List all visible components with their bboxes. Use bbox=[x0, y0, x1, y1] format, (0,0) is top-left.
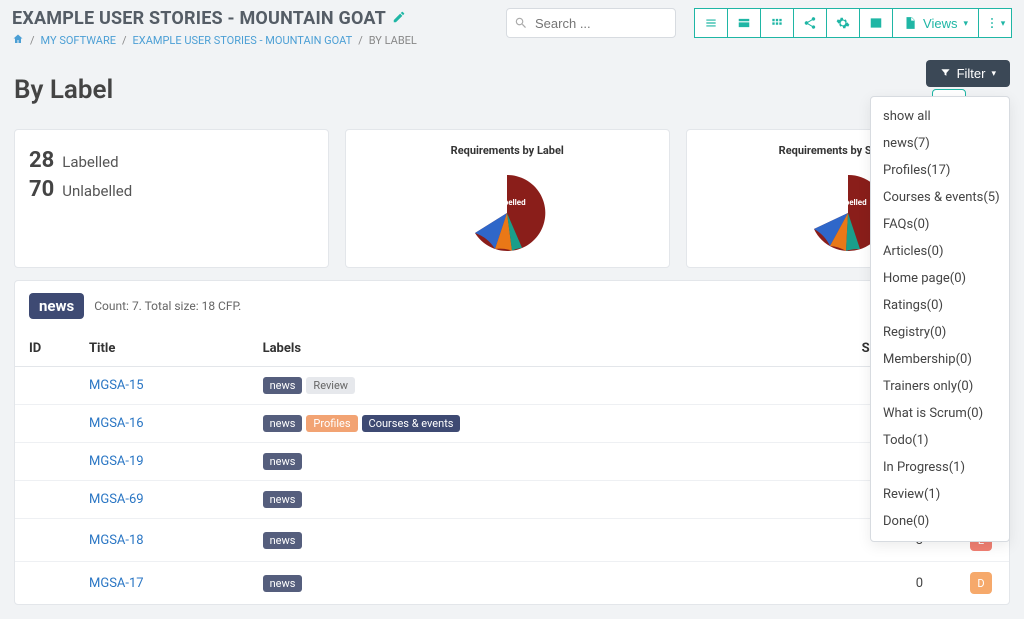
toolbar-grid-icon[interactable] bbox=[760, 8, 794, 38]
row-title-link[interactable]: MGSA-15 bbox=[89, 378, 144, 393]
table-row[interactable]: MGSA-69news0 bbox=[15, 481, 1009, 519]
table-row[interactable]: MGSA-15newsReview3 bbox=[15, 367, 1009, 405]
unlabelled-count: 70 bbox=[29, 177, 54, 202]
filter-option[interactable]: Articles(0) bbox=[871, 238, 1009, 265]
cell-title: MGSA-16 bbox=[75, 405, 249, 443]
page-title-text: EXAMPLE USER STORIES - MOUNTAIN GOAT bbox=[12, 8, 386, 29]
group-meta: Count: 7. Total size: 18 CFP. bbox=[94, 299, 241, 313]
breadcrumb-home[interactable] bbox=[12, 33, 24, 48]
cell-id bbox=[15, 481, 75, 519]
page-title: EXAMPLE USER STORIES - MOUNTAIN GOAT bbox=[12, 8, 417, 29]
chart-by-label: Requirements by Label unlabelled bbox=[345, 129, 670, 268]
cell-title: MGSA-17 bbox=[75, 562, 249, 605]
cell-status: D bbox=[953, 562, 1009, 605]
label-pill[interactable]: Review bbox=[306, 377, 355, 394]
cell-id bbox=[15, 367, 75, 405]
label-pill[interactable]: news bbox=[263, 532, 303, 549]
label-pill[interactable]: news bbox=[263, 377, 303, 394]
labelled-count: 28 bbox=[29, 148, 54, 173]
labelled-text: Labelled bbox=[62, 153, 118, 171]
filter-option[interactable]: In Progress(1) bbox=[871, 454, 1009, 481]
pie-slice-label: unlabelled bbox=[829, 198, 867, 207]
filter-option[interactable]: Todo(1) bbox=[871, 427, 1009, 454]
label-pill[interactable]: Courses & events bbox=[362, 415, 461, 432]
cell-labels: news bbox=[249, 519, 732, 562]
filter-option[interactable]: Home page(0) bbox=[871, 265, 1009, 292]
cell-title: MGSA-15 bbox=[75, 367, 249, 405]
chevron-down-icon: ▾ bbox=[963, 18, 968, 29]
filter-dropdown: show allnews(7)Profiles(17)Courses & eve… bbox=[870, 96, 1010, 542]
breadcrumb-current: BY LABEL bbox=[369, 34, 417, 47]
col-labels[interactable]: Labels bbox=[249, 331, 732, 367]
cell-labels: news bbox=[249, 481, 732, 519]
cell-id bbox=[15, 562, 75, 605]
cell-title: MGSA-69 bbox=[75, 481, 249, 519]
pie-slice-label: unlabelled bbox=[489, 198, 527, 207]
label-pill[interactable]: news bbox=[263, 575, 303, 592]
cell-title: MGSA-18 bbox=[75, 519, 249, 562]
filter-option[interactable]: Trainers only(0) bbox=[871, 373, 1009, 400]
group-card: news Count: 7. Total size: 18 CFP. ID Ti… bbox=[14, 280, 1010, 605]
filter-icon bbox=[940, 66, 951, 81]
toolbar-more-icon[interactable]: ▾ bbox=[978, 8, 1012, 38]
table-row[interactable]: MGSA-16newsProfilesCourses & events6 bbox=[15, 405, 1009, 443]
edit-title-icon[interactable] bbox=[392, 8, 406, 29]
status-badge[interactable]: D bbox=[970, 572, 992, 594]
views-label: Views bbox=[923, 16, 957, 31]
filter-option[interactable]: What is Scrum(0) bbox=[871, 400, 1009, 427]
views-dropdown[interactable]: Views ▾ bbox=[892, 8, 979, 38]
label-pill[interactable]: news bbox=[263, 453, 303, 470]
row-title-link[interactable]: MGSA-17 bbox=[89, 576, 144, 591]
row-title-link[interactable]: MGSA-16 bbox=[89, 416, 144, 431]
filter-option[interactable]: FAQs(0) bbox=[871, 211, 1009, 238]
cell-size: 0 bbox=[732, 562, 953, 605]
filter-option[interactable]: Done(0) bbox=[871, 508, 1009, 535]
toolbar-list-icon[interactable] bbox=[694, 8, 728, 38]
filter-option[interactable]: news(7) bbox=[871, 130, 1009, 157]
col-title[interactable]: Title bbox=[75, 331, 249, 367]
label-pill[interactable]: news bbox=[263, 415, 303, 432]
summary-card: 28 Labelled 70 Unlabelled bbox=[14, 129, 329, 268]
table-row[interactable]: MGSA-17 news 0D bbox=[15, 562, 1009, 605]
toolbar-card-icon[interactable] bbox=[727, 8, 761, 38]
cell-labels: newsReview bbox=[249, 367, 732, 405]
cell-labels: news bbox=[249, 443, 732, 481]
filter-option[interactable]: Ratings(0) bbox=[871, 292, 1009, 319]
cell-id bbox=[15, 443, 75, 481]
chevron-down-icon: ▾ bbox=[991, 68, 996, 79]
row-title-link[interactable]: MGSA-69 bbox=[89, 492, 144, 507]
toolbar-share-icon[interactable] bbox=[793, 8, 827, 38]
cell-labels: newsProfiles Courses & events bbox=[249, 405, 732, 443]
toolbar-gears-icon[interactable] bbox=[826, 8, 860, 38]
filter-option[interactable]: Courses & events(5) bbox=[871, 184, 1009, 211]
breadcrumb: / MY SOFTWARE / EXAMPLE USER STORIES - M… bbox=[12, 33, 417, 48]
filter-option[interactable]: Membership(0) bbox=[871, 346, 1009, 373]
unlabelled-text: Unlabelled bbox=[62, 182, 132, 200]
cell-labels: news bbox=[249, 562, 732, 605]
breadcrumb-link-2[interactable]: EXAMPLE USER STORIES - MOUNTAIN GOAT bbox=[133, 34, 353, 47]
label-pill[interactable]: news bbox=[263, 491, 303, 508]
cell-title: MGSA-19 bbox=[75, 443, 249, 481]
cell-id bbox=[15, 405, 75, 443]
filter-option[interactable]: Profiles(17) bbox=[871, 157, 1009, 184]
filter-option[interactable]: Registry(0) bbox=[871, 319, 1009, 346]
group-tag: news bbox=[29, 293, 84, 319]
filter-option[interactable]: show all bbox=[871, 103, 1009, 130]
filter-label: Filter bbox=[957, 66, 986, 81]
row-title-link[interactable]: MGSA-19 bbox=[89, 454, 144, 469]
row-title-link[interactable]: MGSA-18 bbox=[89, 533, 144, 548]
table-row[interactable]: MGSA-18news3E bbox=[15, 519, 1009, 562]
label-pill[interactable]: Profiles bbox=[306, 415, 357, 432]
filter-option[interactable]: Review(1) bbox=[871, 481, 1009, 508]
breadcrumb-link-1[interactable]: MY SOFTWARE bbox=[41, 34, 116, 47]
col-id[interactable]: ID bbox=[15, 331, 75, 367]
chart-title-label: Requirements by Label bbox=[360, 144, 655, 157]
cell-id bbox=[15, 519, 75, 562]
table-row[interactable]: MGSA-19news0 bbox=[15, 443, 1009, 481]
view-heading: By Label bbox=[14, 75, 113, 105]
search-input[interactable] bbox=[506, 8, 676, 38]
toolbar-panel-icon[interactable] bbox=[859, 8, 893, 38]
filter-button[interactable]: Filter ▾ bbox=[926, 60, 1010, 87]
